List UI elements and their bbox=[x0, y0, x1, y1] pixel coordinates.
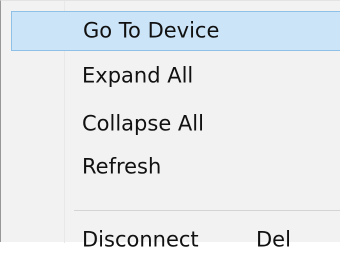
menu-item-expand-all[interactable]: Expand All bbox=[11, 56, 340, 96]
menu-item-label: Expand All bbox=[82, 63, 194, 88]
menu-item-label: Disconnect bbox=[82, 227, 199, 252]
menu-item-label: Refresh bbox=[82, 154, 162, 179]
menu-item-disconnect[interactable]: Disconnect Del bbox=[11, 220, 340, 260]
menu-item-shortcut: Del bbox=[256, 227, 291, 252]
context-menu: Go To Device Expand All Collapse All Ref… bbox=[0, 0, 340, 250]
menu-item-label: Collapse All bbox=[82, 111, 204, 136]
menu-item-refresh[interactable]: Refresh bbox=[11, 147, 340, 187]
menu-item-go-to-device[interactable]: Go To Device bbox=[11, 11, 340, 51]
menu-item-collapse-all[interactable]: Collapse All bbox=[11, 104, 340, 144]
menu-separator bbox=[74, 210, 340, 211]
menu-item-label: Go To Device bbox=[83, 18, 220, 43]
